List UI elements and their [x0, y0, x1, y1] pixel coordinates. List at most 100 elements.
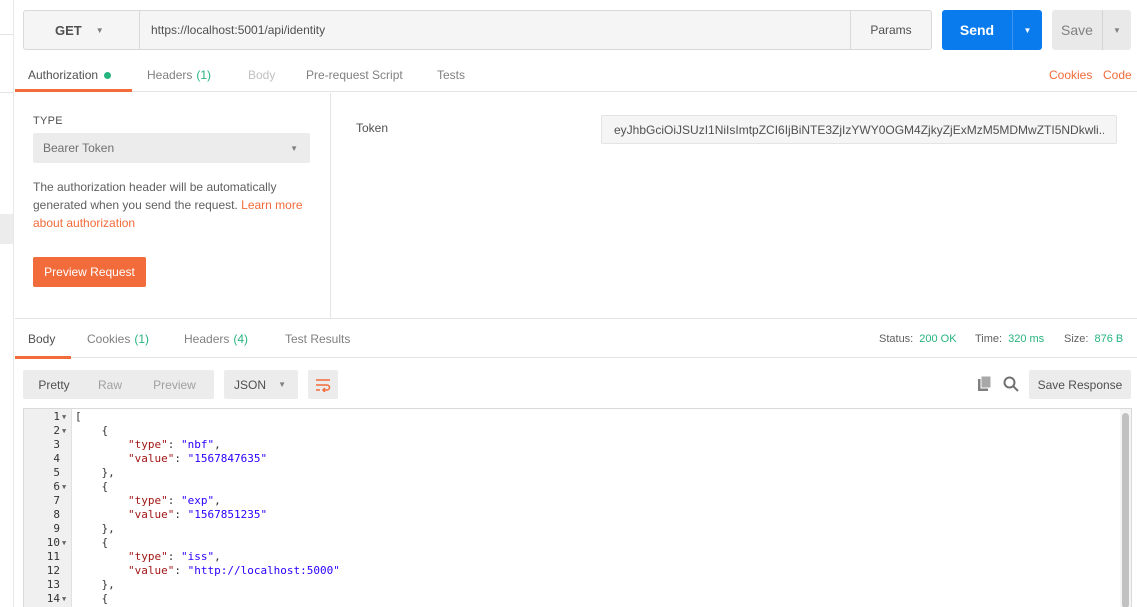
fold-toggle-icon[interactable]: ▼	[62, 424, 66, 438]
tab-headers[interactable]: Headers (1)	[147, 58, 211, 92]
tab-body[interactable]: Body	[248, 58, 275, 92]
active-tab-underline	[15, 89, 132, 92]
token-input[interactable]	[601, 115, 1117, 144]
code-line: 14 ▼ {	[24, 592, 1119, 606]
code-text: "value": "1567847635"	[127, 452, 268, 465]
language-value: JSON	[234, 377, 267, 392]
code-text: },	[75, 578, 115, 592]
params-button[interactable]: Params	[850, 11, 931, 49]
code-line: 5 },	[24, 466, 1119, 480]
code-text: "type": "nbf",	[127, 438, 221, 451]
code-text: "value": "http://localhost:5000"	[127, 564, 340, 577]
status-readout: Status: 200 OK	[879, 319, 957, 359]
code-punct: },	[75, 466, 115, 479]
tab-label: Pre-request Script	[306, 68, 403, 82]
chevron-down-icon: ▼	[278, 380, 286, 389]
active-indicator-icon	[104, 71, 112, 79]
format-raw[interactable]: Raw	[85, 370, 135, 399]
fold-toggle-icon[interactable]: ▼	[62, 480, 66, 494]
wrap-lines-button[interactable]	[308, 370, 338, 399]
line-number: 9	[53, 522, 60, 535]
code-punct: ,	[214, 494, 221, 507]
code-line: 11 "type": "iss",	[24, 550, 1119, 564]
tab-label: Authorization	[28, 68, 99, 82]
cookies-link-label: Cookies	[1049, 68, 1093, 82]
json-string-value: "exp"	[180, 494, 215, 507]
code-text: "type": "exp",	[127, 494, 221, 507]
send-dropdown-icon[interactable]: ▼	[1012, 10, 1042, 50]
json-key: "type"	[127, 494, 168, 507]
send-button[interactable]: Send ▼	[942, 10, 1042, 50]
code-punct: ,	[214, 550, 221, 563]
code-punct: },	[75, 522, 115, 535]
code-text: "type": "iss",	[127, 550, 221, 563]
json-key: "type"	[127, 550, 168, 563]
code-link[interactable]: Code	[1103, 58, 1132, 92]
save-label: Save	[1061, 22, 1093, 38]
search-icon[interactable]	[1002, 375, 1020, 393]
chevron-down-icon: ▼	[290, 143, 298, 153]
tab-response-headers[interactable]: Headers (4)	[184, 319, 248, 359]
code-text: },	[75, 522, 115, 536]
auth-description: The authorization header will be automat…	[33, 178, 313, 232]
code-text: },	[75, 466, 115, 480]
tab-label: Test Results	[285, 332, 351, 346]
tab-label: Cookies	[87, 332, 131, 346]
line-number: 5	[53, 466, 60, 479]
tab-test-results[interactable]: Test Results	[285, 319, 350, 359]
divider	[0, 34, 13, 35]
url-input[interactable]	[140, 11, 850, 49]
save-button[interactable]: Save ▼	[1052, 10, 1131, 50]
response-header: Body Cookies (1) Headers (4) Test Result…	[15, 318, 1137, 359]
tab-response-body[interactable]: Body	[28, 319, 55, 359]
tab-response-cookies[interactable]: Cookies (1)	[87, 319, 149, 359]
method-select[interactable]: GET ▼	[24, 11, 140, 49]
size-value: 876 B	[1094, 333, 1124, 345]
tab-authorization[interactable]: Authorization	[28, 58, 112, 92]
line-number: 6	[53, 480, 60, 493]
scrollbar-thumb[interactable]	[1122, 413, 1129, 607]
code-punct: },	[75, 578, 115, 591]
code-line: 12 "value": "http://localhost:5000"	[24, 564, 1119, 578]
save-dropdown-icon[interactable]: ▼	[1102, 10, 1131, 50]
code-line: 4 "value": "1567847635"	[24, 452, 1119, 466]
language-select[interactable]: JSON ▼	[224, 370, 298, 399]
response-body-editor[interactable]: 1 ▼[2 ▼ {3 "type": "nbf", 4 "value": "15678…	[23, 408, 1132, 607]
format-preview[interactable]: Preview	[135, 370, 214, 399]
request-tabs: Authorization Headers (1) Body Pre-reque…	[15, 58, 1137, 92]
time-readout: Time: 320 ms	[975, 319, 1044, 359]
json-key: "value"	[127, 452, 175, 465]
json-string-value: "nbf"	[180, 438, 215, 451]
time-label: Time:	[975, 333, 1003, 345]
fold-toggle-icon[interactable]: ▼	[62, 592, 66, 606]
tab-count: (4)	[233, 332, 249, 346]
code-punct: {	[75, 536, 109, 549]
auth-type-panel: TYPE Bearer Token ▼ The authorization he…	[15, 93, 331, 318]
fold-toggle-icon[interactable]: ▼	[62, 536, 66, 550]
preview-request-button[interactable]: Preview Request	[33, 257, 146, 287]
code-text: {	[75, 424, 108, 438]
line-number: 11	[46, 550, 60, 563]
vertical-scrollbar[interactable]	[1120, 409, 1131, 607]
status-value: 200 OK	[919, 333, 957, 345]
json-key: "type"	[127, 438, 168, 451]
line-number: 12	[46, 564, 60, 577]
send-label: Send	[959, 22, 995, 38]
copy-icon[interactable]	[976, 375, 994, 393]
json-string-value: "1567847635"	[187, 452, 268, 465]
tab-tests[interactable]: Tests	[437, 58, 465, 92]
code-line: 7 "type": "exp",	[24, 494, 1119, 508]
auth-type-select[interactable]: Bearer Token ▼	[33, 133, 310, 163]
fold-toggle-icon[interactable]: ▼	[62, 410, 66, 424]
auth-description-text: The authorization header will be automat…	[33, 180, 277, 212]
code-line: 9 },	[24, 522, 1119, 536]
format-pretty[interactable]: Pretty	[23, 370, 85, 399]
cookies-link[interactable]: Cookies	[1049, 58, 1092, 92]
code-line: 1 ▼ [	[24, 410, 1119, 424]
save-response-button[interactable]: Save Response	[1029, 370, 1131, 399]
selected-item[interactable]	[0, 214, 13, 244]
code-text: "value": "1567851235"	[127, 508, 268, 521]
tab-label: Headers	[147, 68, 193, 82]
line-number: 7	[53, 494, 60, 507]
tab-pre-request-script[interactable]: Pre-request Script	[306, 58, 403, 92]
